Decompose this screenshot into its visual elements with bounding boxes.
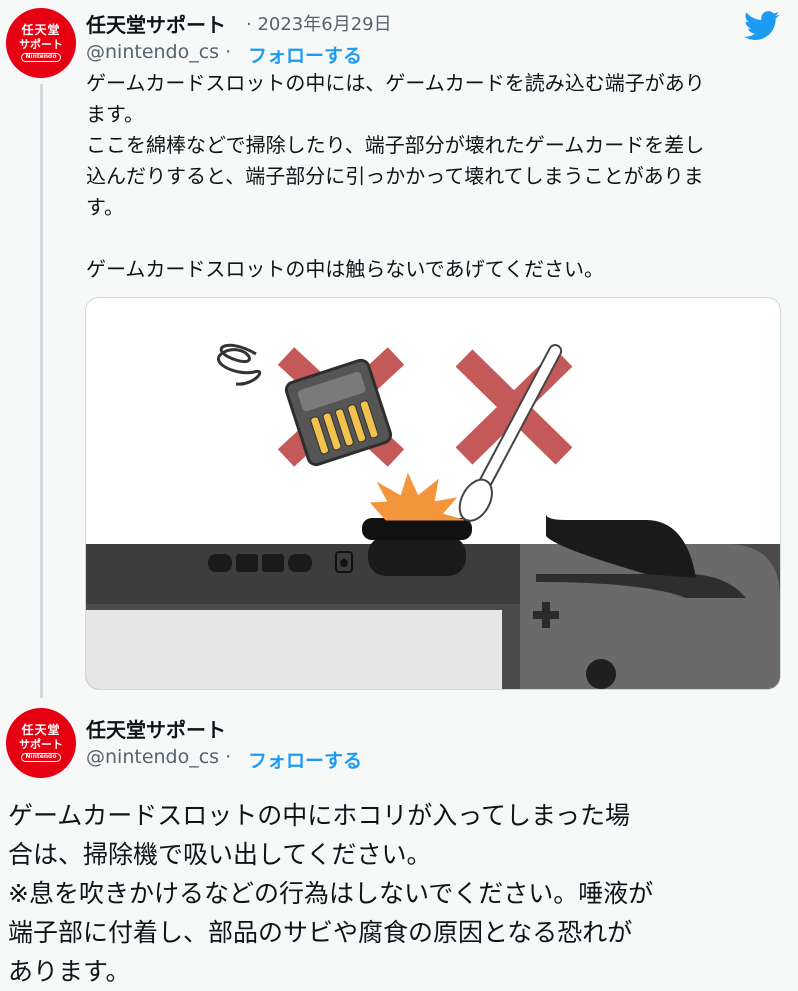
follow-button[interactable]: フォローする <box>248 41 362 68</box>
avatar[interactable]: 任天堂 サポート Nintendo <box>6 708 76 778</box>
avatar-nintendo-logo: Nintendo <box>20 753 62 762</box>
avatar-nintendo-logo: Nintendo <box>20 53 62 62</box>
avatar[interactable]: 任天堂 サポート Nintendo <box>6 8 76 78</box>
tweet-text: ゲームカードスロットの中にホコリが入ってしまった場 合は、掃除機で吸い出してくだ… <box>8 801 654 986</box>
tweet-image[interactable] <box>85 297 781 690</box>
follow-button[interactable]: フォローする <box>248 746 362 773</box>
author-handle[interactable]: @nintendo_cs · <box>86 746 231 768</box>
thread-connector-line <box>40 84 43 698</box>
author-name[interactable]: 任天堂サポート <box>86 714 226 743</box>
author-handle[interactable]: @nintendo_cs · <box>86 41 231 63</box>
switch-game-card-slot-illustration <box>86 343 780 689</box>
tweet-date[interactable]: · 2023年6月29日 <box>246 10 392 36</box>
tweet-text: ゲームカードスロットの中には、ゲームカードを読み込む端子があり ます。 ここを綿… <box>86 71 705 281</box>
twitter-bird-icon[interactable] <box>744 11 780 41</box>
avatar-text-line1: 任天堂 <box>21 23 61 38</box>
author-name[interactable]: 任天堂サポート <box>86 9 226 38</box>
avatar-text-line1: 任天堂 <box>21 723 61 738</box>
avatar-text-line2: サポート <box>19 737 63 751</box>
avatar-text-line2: サポート <box>19 37 63 51</box>
